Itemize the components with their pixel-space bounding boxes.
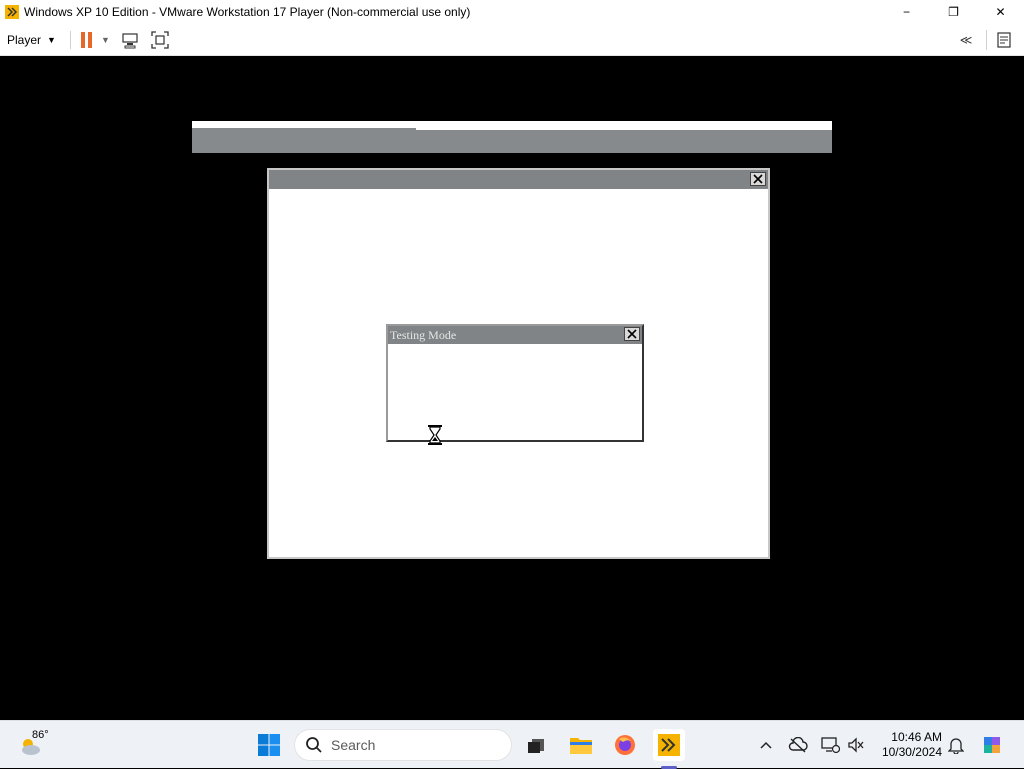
clock-time: 10:46 AM [891, 730, 942, 744]
maximize-button[interactable]: ❐ [930, 0, 977, 24]
notifications-button[interactable] [946, 735, 966, 755]
testing-mode-dialog: Testing Mode [386, 324, 644, 442]
notes-button[interactable] [986, 30, 1014, 50]
fullscreen-button[interactable] [150, 30, 170, 50]
chevron-down-icon: ▼ [47, 34, 56, 45]
search-icon [306, 737, 322, 753]
vm-banner-bar [192, 130, 832, 153]
volume-muted-icon [848, 737, 864, 753]
network-icon [821, 737, 840, 754]
computer-send-icon [122, 32, 138, 48]
notes-icon [996, 32, 1011, 48]
taskbar-clock[interactable]: 10:46 AM 10/30/2024 [876, 730, 942, 760]
window-title: Windows XP 10 Edition - VMware Workstati… [24, 5, 471, 19]
taskbar: 86° Search 10:46 AM 10/30/2024 [0, 720, 1024, 769]
close-button[interactable]: ✕ [977, 0, 1024, 24]
taskbar-search-box[interactable]: Search [294, 729, 512, 761]
taskbar-file-explorer[interactable] [565, 729, 597, 761]
network-tray-icon[interactable] [820, 735, 840, 755]
dialog-titlebar: Testing Mode [388, 326, 642, 344]
weather-widget[interactable]: 86° [18, 727, 58, 763]
pause-menu-chevron-icon[interactable]: ▼ [101, 35, 110, 45]
window-titlebar: Windows XP 10 Edition - VMware Workstati… [0, 0, 1024, 24]
minimize-button[interactable]: − [883, 0, 930, 24]
player-menu-button[interactable]: Player ▼ [7, 33, 56, 47]
folder-icon [570, 738, 592, 754]
collapse-toolbar-button[interactable]: ≪ [956, 30, 976, 50]
pause-icon [80, 31, 85, 48]
taskbar-task-view[interactable] [520, 729, 552, 761]
vm-display[interactable]: Testing Mode [0, 56, 1024, 720]
task-view-icon [528, 739, 544, 753]
weather-temperature: 86° [32, 729, 49, 741]
player-menu-label: Player [7, 32, 42, 47]
dialog-close-button[interactable] [624, 327, 640, 341]
dialog-title: Testing Mode [390, 328, 457, 342]
volume-tray-icon[interactable] [846, 735, 866, 755]
close-icon [627, 329, 637, 339]
vm-main-window-titlebar [269, 170, 768, 189]
clock-date: 10/30/2024 [881, 745, 942, 759]
player-toolbar: Player ▼ ▼ ≪ [0, 24, 1024, 56]
hourglass-cursor-icon [428, 425, 442, 445]
taskbar-firefox[interactable] [609, 729, 641, 761]
close-icon [753, 174, 763, 184]
pause-button[interactable]: ▼ [80, 31, 110, 48]
cloud-icon [788, 737, 808, 753]
show-hidden-icons-button[interactable] [756, 735, 776, 755]
vmware-app-icon [5, 5, 19, 19]
pause-icon-bar [87, 31, 92, 48]
windows-start-icon[interactable] [257, 733, 281, 757]
firefox-icon [615, 735, 635, 755]
taskbar-vmware-player[interactable] [653, 729, 685, 761]
collapse-icon: ≪ [959, 33, 973, 47]
chevron-up-icon [760, 741, 772, 749]
toolbar-divider [69, 30, 71, 49]
onedrive-tray-icon[interactable] [788, 735, 808, 755]
search-placeholder: Search [331, 737, 376, 753]
bell-icon [948, 738, 964, 754]
vmware-icon [658, 734, 680, 756]
send-ctrl-alt-del-button[interactable] [120, 30, 140, 50]
fullscreen-icon [151, 30, 169, 49]
copilot-icon[interactable] [980, 733, 1004, 757]
vm-main-window-close-button[interactable] [750, 172, 766, 186]
